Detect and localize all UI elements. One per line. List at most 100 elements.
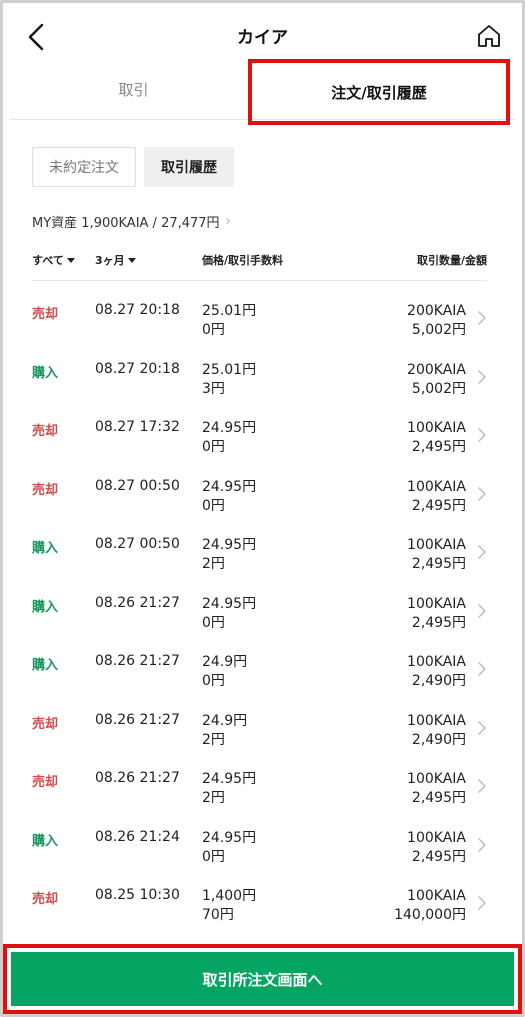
trade-fee: 2円 — [202, 556, 225, 572]
trade-datetime: 08.25 10:30 — [95, 887, 180, 903]
trade-datetime: 08.26 21:27 — [95, 653, 180, 669]
trade-quantity-amount: 100KAIA 140,000円 — [394, 887, 466, 925]
trade-price: 24.9円 — [202, 654, 248, 670]
tab-bar: 取引 注文/取引履歴 — [10, 58, 515, 125]
tab-order-history[interactable]: 注文/取引履歴 — [248, 59, 510, 125]
trade-side-label: 購入 — [32, 599, 59, 615]
trade-quantity-amount: 100KAIA 2,495円 — [407, 770, 466, 808]
home-button[interactable] — [474, 21, 504, 51]
trade-quantity-amount: 200KAIA 5,002円 — [407, 361, 466, 399]
trade-row[interactable]: 購入 08.27 00:50 24.95円 2円 100KAIA 2,495円 — [32, 534, 492, 593]
trade-fee: 70円 — [202, 907, 234, 923]
trade-price: 25.01円 — [202, 303, 257, 319]
trade-side-label: 購入 — [32, 365, 59, 381]
trade-quantity-amount: 100KAIA 2,495円 — [407, 536, 466, 574]
column-headers: すべて 3ヶ月 価格/取引手数料 取引数量/金額 — [32, 252, 487, 272]
trade-price: 24.9円 — [202, 712, 248, 729]
chevron-right-icon — [478, 311, 486, 325]
trade-datetime: 08.26 21:27 — [95, 594, 180, 611]
trade-side-label: 売却 — [32, 892, 59, 907]
chevron-right-icon: › — [225, 214, 231, 229]
trade-datetime: 08.27 20:18 — [95, 302, 180, 318]
trade-price: 1,400円 — [202, 888, 257, 904]
go-to-exchange-order-button[interactable]: 取引所注文画面へ — [11, 952, 514, 1006]
trade-side-label: 購入 — [32, 833, 59, 849]
my-assets-text: MY資産 1,900KAIA / 27,477円 — [32, 216, 220, 231]
trade-amount: 2,495円 — [411, 790, 466, 806]
trade-quantity-amount: 100KAIA 2,495円 — [407, 595, 466, 633]
trade-amount: 2,495円 — [411, 614, 466, 631]
trade-quantity-amount: 100KAIA 2,490円 — [407, 712, 466, 750]
trade-row[interactable]: 売却 08.27 00:50 24.95円 0円 100KAIA 2,495円 — [32, 476, 492, 535]
trade-row[interactable]: 売却 08.26 21:27 24.9円 2円 100KAIA 2,490円 — [32, 710, 492, 769]
chevron-right-icon — [478, 428, 486, 442]
trade-amount: 2,495円 — [411, 556, 466, 572]
trade-quantity: 100KAIA — [407, 537, 466, 553]
trade-side-label: 購入 — [32, 541, 59, 556]
trade-quantity-amount: 100KAIA 2,495円 — [407, 829, 466, 867]
chevron-right-icon — [478, 779, 486, 793]
trade-history-list: 売却 08.27 20:18 25.01円 0円 200KAIA 5,002円 購入 08.2… — [32, 300, 492, 944]
trade-fee: 0円 — [202, 497, 225, 514]
trade-price-fee: 25.01円 0円 — [202, 302, 256, 340]
chevron-right-icon — [478, 837, 486, 852]
trade-fee: 0円 — [202, 673, 225, 689]
trade-side-label: 売却 — [32, 716, 59, 732]
trade-amount: 2,495円 — [411, 439, 466, 455]
chevron-right-icon — [478, 720, 486, 735]
chevron-right-icon — [478, 369, 486, 384]
trade-datetime: 08.27 00:50 — [95, 477, 180, 494]
trade-quantity: 100KAIA — [407, 771, 466, 787]
period-dropdown[interactable]: 3ヶ月 — [95, 252, 136, 268]
trade-fee: 0円 — [202, 439, 225, 455]
trade-datetime: 08.27 00:50 — [95, 536, 180, 552]
trade-datetime: 08.26 21:24 — [95, 828, 180, 845]
my-assets-link[interactable]: MY資産 1,900KAIA / 27,477円 › — [32, 212, 231, 231]
trade-quantity-amount: 100KAIA 2,495円 — [407, 478, 466, 516]
trade-price-fee: 24.95円 0円 — [202, 829, 256, 867]
trade-side-label: 売却 — [32, 775, 59, 790]
trade-row[interactable]: 購入 08.26 21:24 24.95円 0円 100KAIA 2,495円 — [32, 827, 492, 886]
trade-price: 24.95円 — [202, 771, 257, 787]
trade-side-label: 購入 — [32, 658, 59, 673]
trade-quantity-amount: 200KAIA 5,002円 — [407, 302, 466, 340]
trade-row[interactable]: 購入 08.26 21:27 24.95円 0円 100KAIA 2,495円 — [32, 593, 492, 652]
trade-price-fee: 24.95円 0円 — [202, 419, 256, 457]
trade-row[interactable]: 売却 08.25 10:30 1,400円 70円 100KAIA 140,000円 — [32, 885, 492, 944]
trade-row[interactable]: 購入 08.27 20:18 25.01円 3円 200KAIA 5,002円 — [32, 359, 492, 418]
chevron-right-icon — [478, 545, 486, 559]
trade-amount: 140,000円 — [394, 907, 466, 923]
trade-quantity: 100KAIA — [407, 712, 466, 729]
trade-row[interactable]: 売却 08.27 20:18 25.01円 0円 200KAIA 5,002円 — [32, 300, 492, 359]
trade-price-fee: 24.9円 2円 — [202, 712, 247, 750]
header-divider — [32, 280, 487, 281]
trade-side-label: 売却 — [32, 424, 59, 439]
quantity-column-header: 取引数量/金額 — [416, 254, 487, 267]
trade-price: 24.95円 — [202, 595, 257, 612]
tab-trade[interactable]: 取引 — [10, 58, 257, 120]
period-label: 3ヶ月 — [95, 254, 125, 267]
filter-all-label: すべて — [32, 254, 64, 267]
subtab-trade-history[interactable]: 取引履歴 — [144, 147, 234, 187]
trade-price-fee: 24.95円 0円 — [202, 478, 256, 516]
page-title: カイア — [237, 28, 288, 48]
trade-price-fee: 24.9円 0円 — [202, 653, 247, 691]
trade-quantity: 100KAIA — [407, 888, 466, 904]
trade-quantity: 200KAIA — [407, 361, 466, 378]
trade-price: 24.95円 — [202, 420, 257, 436]
trade-price: 24.95円 — [202, 478, 257, 495]
trade-price-fee: 25.01円 3円 — [202, 361, 256, 399]
chevron-right-icon — [478, 896, 486, 910]
trade-row[interactable]: 売却 08.26 21:27 24.95円 2円 100KAIA 2,495円 — [32, 768, 492, 827]
trade-row[interactable]: 購入 08.26 21:27 24.9円 0円 100KAIA 2,490円 — [32, 651, 492, 710]
subtab-group: 未約定注文 取引履歴 — [32, 147, 234, 187]
chevron-right-icon — [478, 486, 486, 501]
trade-amount: 2,490円 — [411, 673, 466, 689]
trade-row[interactable]: 売却 08.27 17:32 24.95円 0円 100KAIA 2,495円 — [32, 417, 492, 476]
subtab-open-orders[interactable]: 未約定注文 — [32, 147, 136, 187]
home-icon — [478, 25, 500, 47]
filter-all-dropdown[interactable]: すべて — [32, 252, 75, 268]
trade-side-label: 売却 — [32, 482, 59, 498]
trade-quantity: 100KAIA — [407, 829, 466, 846]
trade-fee: 3円 — [202, 380, 225, 397]
